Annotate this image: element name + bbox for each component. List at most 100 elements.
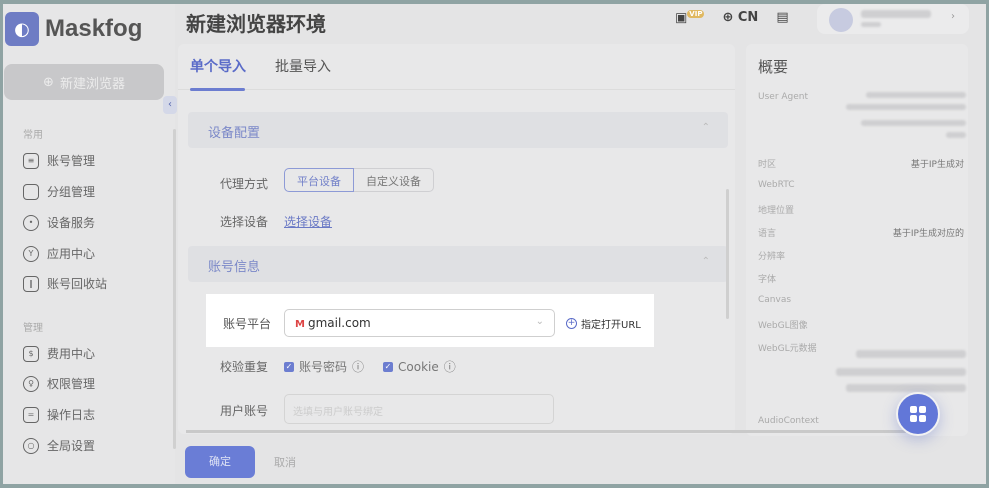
sidebar-item-groups[interactable]: 分组管理 <box>23 183 95 200</box>
platform-device-option[interactable]: 平台设备 <box>284 168 354 192</box>
sidebar-item-label: 全局设置 <box>47 439 96 453</box>
app-window: ◐ Maskfog ⊕ 新建浏览器 ‹ 常用 ≡ 账号管理 分组管理 • 设备服务 Y… <box>3 4 986 484</box>
platform-value: gmail.com <box>307 316 371 330</box>
summary-value: 基于IP生成对 <box>910 160 964 170</box>
settings-hexagon-icon: ○ <box>23 437 39 454</box>
summary-label: 语言 <box>758 229 777 239</box>
summary-label: User Agent <box>758 92 809 102</box>
sidebar-item-settings[interactable]: ○ 全局设置 <box>23 437 95 454</box>
apps-grid-button[interactable] <box>896 392 940 436</box>
globe-icon: ⊕ <box>722 10 734 26</box>
billing-icon: $ <box>23 345 39 362</box>
horizontal-scrollbar[interactable] <box>186 430 906 433</box>
qr-code-icon[interactable]: ▣ VIP <box>675 10 705 25</box>
sidebar-item-label: 账号管理 <box>47 154 96 168</box>
new-browser-button[interactable]: ⊕ 新建浏览器 <box>4 64 164 100</box>
summary-label: 地理位置 <box>758 206 795 216</box>
shield-key-icon: ♀ <box>23 375 39 392</box>
cancel-button[interactable]: 取消 <box>274 454 296 470</box>
info-icon: ⓘ <box>443 360 456 374</box>
chevron-up-icon: ⌃ <box>701 122 710 133</box>
avatar <box>829 8 853 32</box>
tab-single-import[interactable]: 单个导入 <box>190 56 246 76</box>
sidebar-scrollbar[interactable] <box>173 129 176 449</box>
folder-list-icon: ≡ <box>23 152 39 169</box>
sidebar-item-permissions[interactable]: ♀ 权限管理 <box>23 375 95 392</box>
sidebar-item-devices[interactable]: • 设备服务 <box>23 214 95 231</box>
folder-open-icon <box>23 183 39 200</box>
platform-select[interactable]: Mgmail.com ⌄ <box>284 309 555 337</box>
summary-title: 概要 <box>758 58 789 76</box>
vip-badge: VIP <box>687 10 705 18</box>
add-url-label: 指定打开URL <box>581 320 641 331</box>
checkbox-label: 账号密码 <box>299 360 348 374</box>
sidebar-item-label: 分组管理 <box>47 185 96 199</box>
sidebar-item-label: 应用中心 <box>47 247 96 261</box>
gmail-icon: M <box>295 319 305 330</box>
add-open-url-button[interactable]: + 指定打开URL <box>566 316 641 331</box>
sidebar-item-logs[interactable]: = 操作日志 <box>23 406 95 423</box>
sidebar-item-label: 设备服务 <box>47 216 96 230</box>
group-label: 常用 <box>23 130 43 141</box>
sidebar-item-label: 费用中心 <box>47 347 96 361</box>
form-scrollbar[interactable] <box>726 189 729 319</box>
active-tab-indicator <box>190 88 245 91</box>
checkbox-checked-icon: ✓ <box>284 361 294 372</box>
group-label: 管理 <box>23 323 43 334</box>
section-title: 账号信息 <box>208 260 261 275</box>
clipboard-icon: = <box>23 406 39 423</box>
user-account-label: 用户账号 <box>220 404 269 418</box>
device-config-section[interactable]: 设备配置 ⌃ <box>188 112 728 148</box>
user-menu[interactable]: › <box>817 4 969 34</box>
summary-label: Canvas <box>758 295 792 305</box>
plus-circle-icon: ⊕ <box>43 74 54 90</box>
section-title: 设备配置 <box>208 126 261 141</box>
check-duplicate-label: 校验重复 <box>220 360 269 374</box>
collapse-sidebar-button[interactable]: ‹ <box>163 96 177 114</box>
summary-label: 分辨率 <box>758 252 786 262</box>
check-password-checkbox[interactable]: ✓ 账号密码 ⓘ <box>284 358 364 375</box>
plus-circle-icon: + <box>566 318 577 329</box>
checkbox-label: Cookie <box>398 359 439 374</box>
summary-label: 时区 <box>758 160 777 170</box>
select-device-label: 选择设备 <box>220 215 269 229</box>
tab-batch-import[interactable]: 批量导入 <box>275 56 331 76</box>
summary-panel: 概要 User Agent 时区 基于IP生成对 WebRTC 地理位置语言 基于IP生成… <box>746 44 968 436</box>
trash-icon: ‖ <box>23 275 39 292</box>
platform-label: 账号平台 <box>223 317 272 331</box>
custom-device-option[interactable]: 自定义设备 <box>354 168 434 192</box>
sidebar-item-apps[interactable]: Y 应用中心 <box>23 245 95 262</box>
cube-icon: Y <box>23 245 39 262</box>
account-info-section[interactable]: 账号信息 ⌃ <box>188 246 728 282</box>
summary-label: WebRTC <box>758 180 795 190</box>
sidebar-item-billing[interactable]: $ 费用中心 <box>23 345 95 362</box>
summary-label: AudioContext <box>758 416 819 426</box>
sidebar-item-recycle[interactable]: ‖ 账号回收站 <box>23 275 107 292</box>
page-title: 新建浏览器环境 <box>186 12 326 36</box>
summary-value: 基于IP生成对应的 <box>892 229 964 239</box>
chevron-up-icon: ⌃ <box>701 256 710 267</box>
placeholder: 选填与用户账号绑定 <box>293 407 383 418</box>
language-label: CN <box>737 10 759 26</box>
language-selector[interactable]: ⊕ CN <box>722 10 758 25</box>
select-device-link[interactable]: 选择设备 <box>284 213 332 230</box>
message-icon[interactable]: ▤ <box>776 10 788 25</box>
summary-label: WebGL元数据 <box>758 344 817 354</box>
check-cookie-checkbox[interactable]: ✓ Cookie ⓘ <box>383 358 456 375</box>
confirm-button[interactable]: 确定 <box>185 446 255 478</box>
app-name: Maskfog <box>45 15 143 42</box>
mask-logo-icon: ◐ <box>5 12 39 46</box>
account-platform-row: 账号平台 Mgmail.com ⌄ + 指定打开URL <box>206 294 654 347</box>
location-pin-icon: • <box>23 214 39 231</box>
user-account-input[interactable]: 选填与用户账号绑定 <box>284 394 554 424</box>
sidebar-item-label: 账号回收站 <box>47 277 108 291</box>
summary-label: WebGL图像 <box>758 321 808 331</box>
proxy-label: 代理方式 <box>220 177 269 191</box>
form-card: 单个导入 批量导入 设备配置 ⌃ 代理方式 平台设备 自定义设备 选择设备 选择设… <box>178 44 735 434</box>
summary-label: 字体 <box>758 275 777 285</box>
logo: ◐ Maskfog <box>5 12 142 46</box>
chevron-down-icon: ⌄ <box>535 316 544 327</box>
info-icon: ⓘ <box>352 360 365 374</box>
sidebar-item-accounts[interactable]: ≡ 账号管理 <box>23 152 95 169</box>
sidebar: ◐ Maskfog ⊕ 新建浏览器 ‹ 常用 ≡ 账号管理 分组管理 • 设备服务 Y… <box>3 4 177 484</box>
